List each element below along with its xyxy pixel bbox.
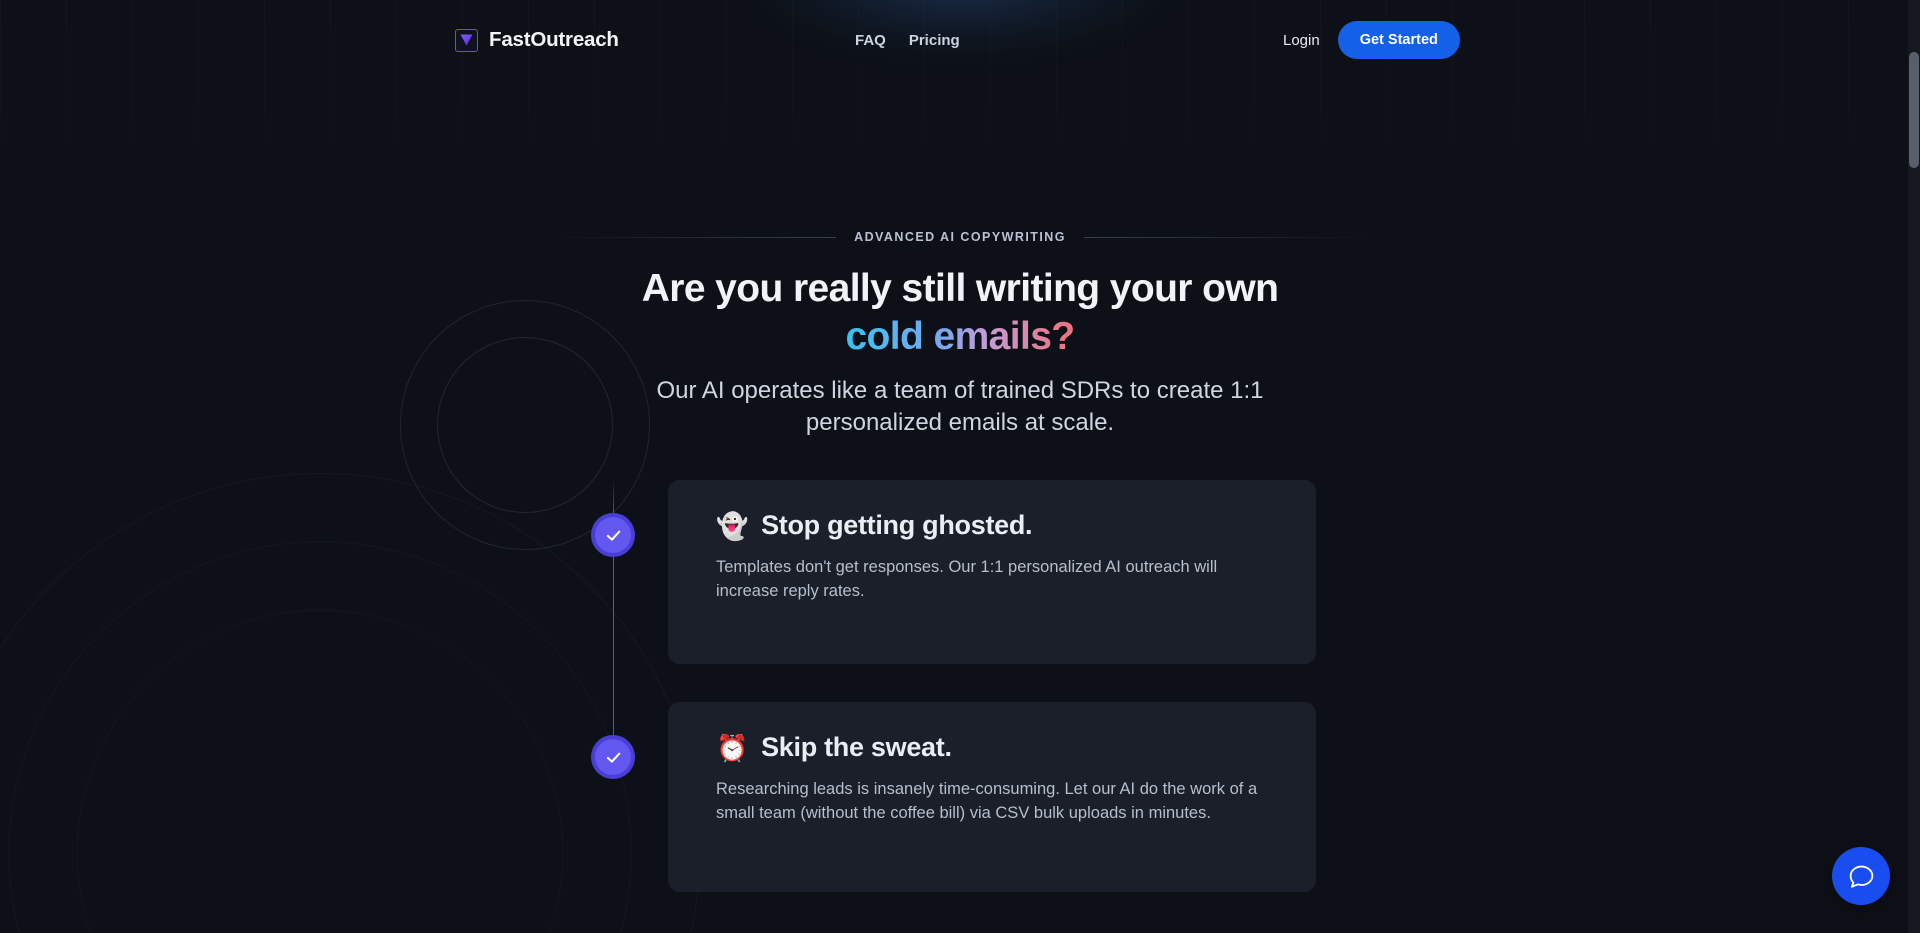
scrollbar-thumb[interactable] (1909, 52, 1919, 168)
hero-headline: Are you really still writing your own co… (450, 265, 1470, 360)
feature-card-title: Stop getting ghosted. (761, 510, 1033, 540)
get-started-button[interactable]: Get Started (1337, 21, 1460, 59)
timeline-step-2-badge (591, 735, 635, 779)
login-link[interactable]: Login (1283, 32, 1320, 49)
hero-subheadline: Our AI operates like a team of trained S… (650, 375, 1270, 439)
eyebrow-rule-right (1083, 236, 1371, 238)
nav-item-pricing[interactable]: Pricing (909, 32, 960, 49)
brand-logo[interactable]: FastOutreach (455, 28, 619, 52)
check-icon (606, 752, 620, 763)
headline-highlight: cold emails? (845, 314, 1075, 358)
feature-card-body: Researching leads is insanely time-consu… (716, 780, 1258, 823)
header-actions: Login Get Started (1283, 21, 1460, 59)
feature-card-title-row: ⏰ Skip the sweat. (716, 732, 1268, 763)
alarm-clock-emoji: ⏰ (716, 732, 749, 763)
feature-card: 👻 Stop getting ghosted. Templates don't … (668, 480, 1316, 664)
feature-card-title-row: 👻 Stop getting ghosted. (716, 510, 1268, 541)
ghost-emoji: 👻 (716, 510, 749, 541)
eyebrow-rule-left (550, 236, 837, 238)
brand-name: FastOutreach (489, 28, 619, 51)
chat-bubble-icon (1849, 865, 1873, 888)
eyebrow-row: ADVANCED AI COPYWRITING (550, 230, 1371, 244)
inner-ring (437, 337, 613, 513)
eyebrow-label: ADVANCED AI COPYWRITING (854, 230, 1066, 244)
headline-line-1: Are you really still writing your own (641, 267, 1279, 310)
chat-widget-button[interactable] (1832, 847, 1890, 905)
feature-card-title: Skip the sweat. (761, 732, 952, 762)
nav-item-faq[interactable]: FAQ (855, 32, 886, 49)
check-icon (606, 530, 620, 541)
subhead-line-1: Our AI operates like a team of trained S… (656, 377, 1151, 404)
feature-card-body: Templates don't get responses. Our 1:1 p… (716, 558, 1218, 601)
site-header: FastOutreach FAQ Pricing Login Get Start… (0, 0, 1920, 80)
timeline-step-1-badge (591, 513, 635, 557)
triangle-down-logo-icon (455, 28, 478, 52)
feature-card: ⏰ Skip the sweat. Researching leads is i… (668, 702, 1316, 892)
main-nav: FAQ Pricing (855, 32, 960, 49)
